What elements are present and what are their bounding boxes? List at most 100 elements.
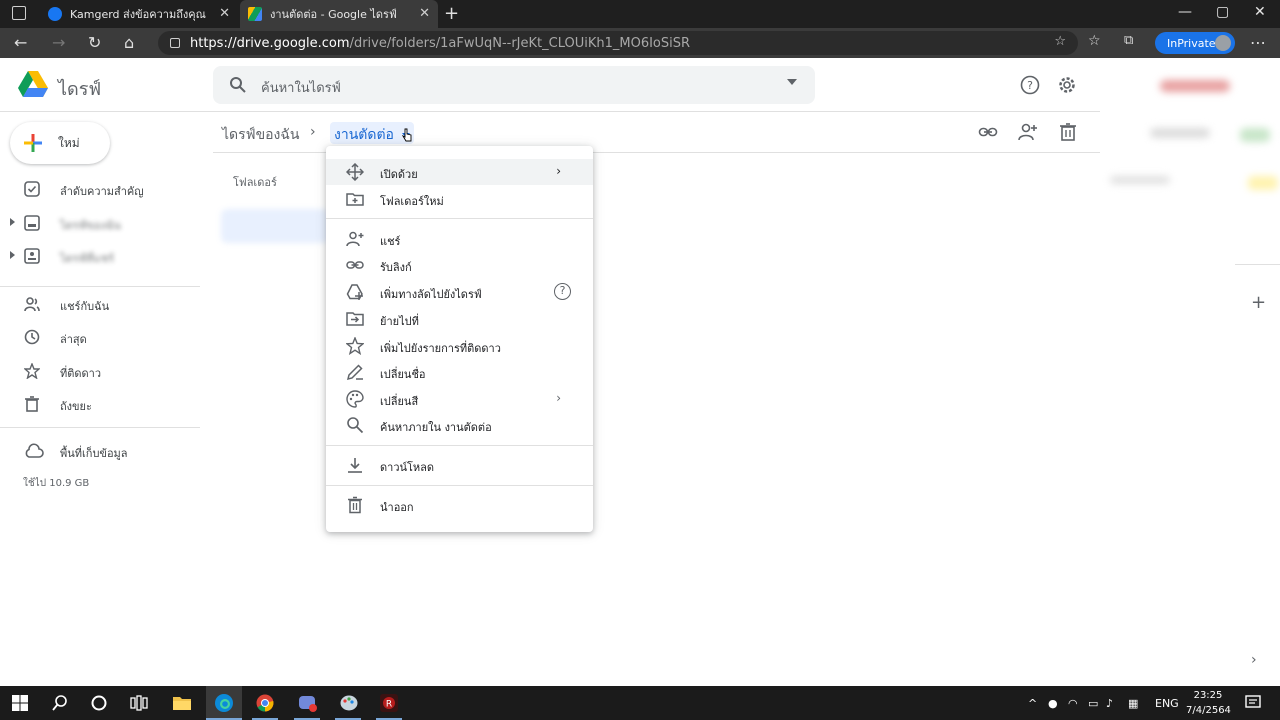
menu-item-search-within[interactable]: ค้นหาภายใน งานตัดต่อ — [326, 412, 593, 438]
blurred-apps-panel — [1100, 58, 1280, 248]
language-indicator[interactable]: ENG — [1155, 697, 1179, 710]
file-explorer-icon[interactable] — [172, 694, 192, 712]
facebook-icon — [48, 7, 62, 21]
windows-taskbar: R ^ ● ◠ ▭ ♪ ▦ ENG 23:25 7/4/2564 — [0, 686, 1280, 720]
settings-gear-icon[interactable] — [1057, 75, 1077, 95]
search-placeholder: ค้นหาในไดรฟ์ — [261, 81, 341, 96]
menu-item-label: เพิ่มไปยังรายการที่ติดดาว — [380, 342, 501, 355]
sidebar-item-starred[interactable]: ที่ติดดาว — [0, 356, 200, 386]
favorites-icon[interactable]: ☆ — [1088, 33, 1101, 49]
tab-facebook[interactable]: Kamgerd ส่งข้อความถึงคุณ ✕ — [40, 0, 238, 28]
storage-used: ใช้ไป 10.9 GB — [23, 478, 90, 489]
share-icon — [346, 231, 364, 247]
trash-icon — [348, 496, 362, 514]
tab-actions-icon[interactable] — [12, 6, 26, 20]
address-bar[interactable]: https://drive.google.com /drive/folders/… — [158, 31, 1078, 55]
menu-item-download[interactable]: ดาวน์โหลด — [326, 452, 593, 478]
recorder-app-icon[interactable]: R — [380, 694, 398, 712]
menu-item-rename[interactable]: เปลี่ยนชื่อ — [326, 359, 593, 385]
paint-app-icon[interactable] — [339, 694, 359, 712]
browser-tab-strip: Kamgerd ส่งข้อความถึงคุณ ✕ งานตัดต่อ - G… — [0, 0, 1280, 28]
expand-arrow-icon[interactable] — [10, 251, 15, 259]
menu-item-open-with[interactable]: เปิดด้วย › — [326, 159, 593, 185]
minimize-icon[interactable]: — — [1178, 4, 1192, 20]
menu-item-share[interactable]: แชร์ — [326, 226, 593, 252]
window-close-icon[interactable]: ✕ — [1254, 4, 1266, 20]
show-hidden-icons-icon[interactable]: ^ — [1028, 697, 1037, 710]
my-drive-icon — [24, 215, 40, 231]
sidebar-item-shared-with-me[interactable]: แชร์กับฉัน — [0, 289, 200, 319]
system-clock[interactable]: 23:25 7/4/2564 — [1186, 688, 1231, 718]
favorite-add-icon[interactable]: ☆ — [1054, 34, 1066, 49]
search-icon[interactable] — [51, 694, 69, 712]
sidebar-item-trash[interactable]: ถังขยะ — [0, 389, 200, 419]
expand-arrow-icon[interactable] — [10, 218, 15, 226]
help-icon[interactable]: ? — [1020, 75, 1040, 95]
add-addon-icon[interactable]: + — [1251, 292, 1266, 313]
menu-item-label: รับลิงก์ — [380, 261, 412, 274]
close-icon[interactable]: ✕ — [219, 6, 230, 21]
sidebar-item-storage[interactable]: พื้นที่เก็บข้อมูล — [0, 436, 200, 466]
clock-icon — [24, 329, 40, 345]
menu-item-add-to-starred[interactable]: เพิ่มไปยังรายการที่ติดดาว — [326, 333, 593, 359]
search-options-icon[interactable] — [787, 79, 797, 85]
sidebar-item-my-drive[interactable]: ไดรฟ์ของฉัน — [0, 208, 200, 238]
volume-icon[interactable]: ♪ — [1106, 697, 1113, 710]
new-tab-icon[interactable]: + — [444, 3, 459, 24]
battery-icon[interactable]: ▭ — [1088, 697, 1098, 710]
network-icon[interactable]: ◠ — [1068, 697, 1078, 710]
back-icon[interactable]: ← — [14, 33, 27, 52]
refresh-icon[interactable]: ↻ — [88, 33, 101, 52]
inprivate-badge[interactable]: InPrivate — [1155, 32, 1235, 54]
get-link-icon[interactable] — [978, 122, 998, 142]
cortana-icon[interactable] — [90, 694, 108, 712]
breadcrumb-current-label: งานตัดต่อ — [334, 127, 394, 143]
menu-item-label: โฟลเดอร์ใหม่ — [380, 195, 444, 208]
menu-item-label: ดาวน์โหลด — [380, 461, 435, 474]
maximize-icon[interactable]: ▢ — [1216, 4, 1229, 20]
tab-title: Kamgerd ส่งข้อความถึงคุณ — [70, 8, 206, 21]
new-button[interactable]: ใหม่ — [10, 122, 110, 164]
side-panel-rail: + › — [1235, 240, 1280, 685]
microphone-icon[interactable]: ● — [1048, 697, 1058, 710]
home-icon[interactable]: ⌂ — [124, 33, 134, 52]
sidebar-item-priority[interactable]: ลำดับความสำคัญ — [0, 174, 200, 204]
edge-browser-icon[interactable] — [214, 693, 234, 713]
plus-icon — [24, 134, 42, 152]
folder-tile[interactable] — [221, 209, 329, 243]
notifications-icon[interactable] — [1245, 694, 1261, 712]
collections-icon[interactable]: ⧉ — [1124, 33, 1133, 48]
palette-icon — [346, 390, 364, 408]
menu-item-label: ค้นหาภายใน งานตัดต่อ — [380, 421, 492, 434]
menu-item-change-color[interactable]: เปลี่ยนสี › — [326, 386, 593, 412]
menu-item-remove[interactable]: นำออก — [326, 492, 593, 518]
help-icon[interactable]: ? — [554, 283, 571, 300]
cloud-icon — [25, 443, 44, 458]
menu-item-get-link[interactable]: รับลิงก์ — [326, 252, 593, 278]
menu-item-new-folder[interactable]: โฟลเดอร์ใหม่ — [326, 186, 593, 212]
expand-panel-icon[interactable]: › — [1251, 652, 1257, 668]
discord-icon[interactable] — [298, 694, 318, 712]
menu-item-add-shortcut[interactable]: เพิ่มทางลัดไปยังไดรฟ์ ? — [326, 279, 593, 305]
trash-icon[interactable] — [1058, 122, 1078, 142]
sidebar-item-recent[interactable]: ล่าสุด — [0, 322, 200, 352]
forward-icon[interactable]: → — [52, 33, 65, 52]
share-icon[interactable] — [1018, 122, 1038, 142]
close-icon[interactable]: ✕ — [419, 6, 430, 21]
menu-item-move-to[interactable]: ย้ายไปที่ — [326, 306, 593, 332]
task-view-icon[interactable] — [130, 694, 148, 712]
menu-item-label: เปิดด้วย — [380, 168, 418, 181]
sidebar-item-shared-drives[interactable]: ไดรฟ์ที่แชร์ — [0, 241, 200, 271]
breadcrumb-my-drive[interactable]: ไดรฟ์ของฉัน — [222, 124, 300, 146]
chevron-right-icon: › — [556, 164, 561, 178]
tab-google-drive[interactable]: งานตัดต่อ - Google ไดรฟ์ ✕ — [240, 0, 438, 28]
windows-start-icon[interactable] — [11, 694, 29, 712]
search-input[interactable]: ค้นหาในไดรฟ์ — [213, 66, 815, 104]
url-path: /drive/folders/1aFwUqN--rJeKt_CLOUiKh1_M… — [349, 35, 691, 51]
inprivate-label: InPrivate — [1167, 36, 1216, 50]
chrome-icon[interactable] — [256, 694, 274, 712]
search-icon[interactable] — [229, 76, 247, 94]
rename-icon — [346, 364, 363, 381]
more-icon[interactable]: ⋯ — [1250, 33, 1266, 52]
keyboard-icon[interactable]: ▦ — [1128, 697, 1138, 710]
